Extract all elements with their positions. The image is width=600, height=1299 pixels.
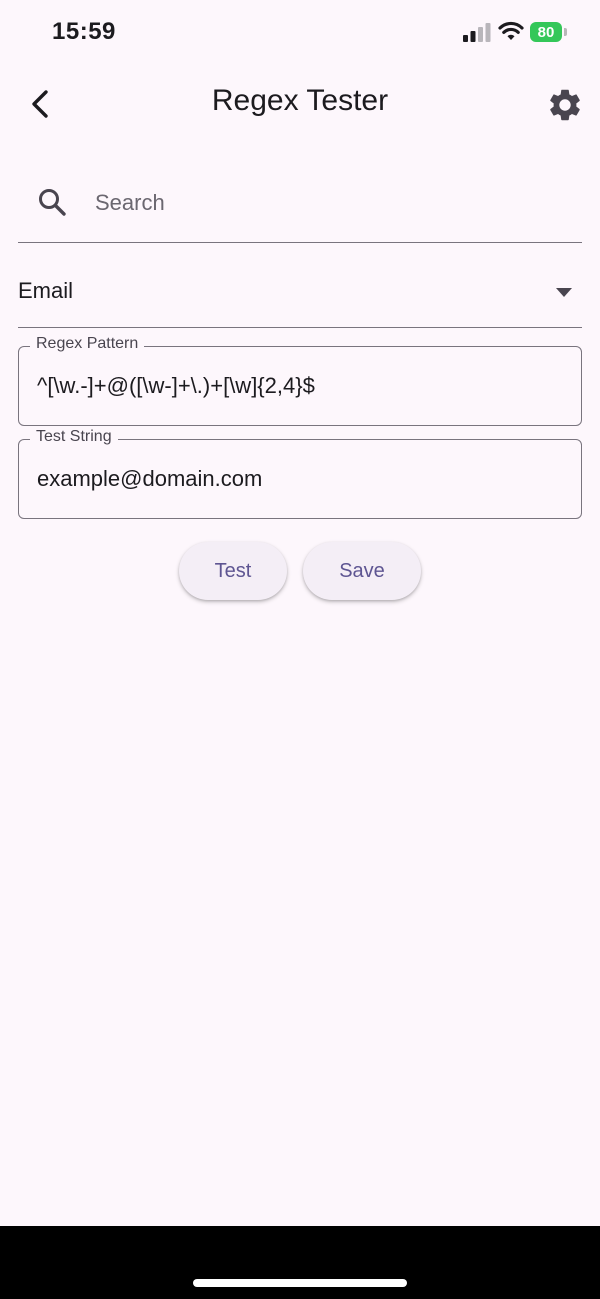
save-button[interactable]: Save	[303, 542, 421, 600]
test-string-input[interactable]	[35, 458, 569, 500]
search-input[interactable]	[93, 180, 557, 226]
battery-icon: 80	[530, 22, 562, 42]
regex-pattern-label: Regex Pattern	[30, 335, 145, 353]
category-dropdown[interactable]: Email	[18, 258, 582, 328]
caret-down-icon	[556, 288, 572, 297]
status-bar: 15:59 80	[0, 0, 600, 66]
bottom-bar	[0, 1226, 600, 1299]
status-time: 15:59	[52, 18, 116, 45]
battery-tip	[564, 28, 567, 36]
home-indicator[interactable]	[193, 1279, 407, 1287]
dropdown-selected-value: Email	[18, 278, 74, 303]
battery-level: 80	[537, 23, 555, 41]
test-string-label: Test String	[30, 428, 118, 446]
gear-icon[interactable]	[546, 86, 584, 124]
search-icon	[39, 189, 66, 216]
test-button[interactable]: Test	[179, 542, 287, 600]
regex-pattern-input[interactable]	[35, 365, 569, 407]
wifi-icon	[498, 21, 524, 40]
cellular-signal-icon	[463, 23, 491, 42]
test-string-field: Test String	[18, 428, 582, 519]
regex-pattern-field: Regex Pattern	[18, 335, 582, 426]
page-title: Regex Tester	[211, 84, 389, 117]
search-bar	[18, 160, 582, 243]
app-bar: Regex Tester	[0, 66, 600, 142]
